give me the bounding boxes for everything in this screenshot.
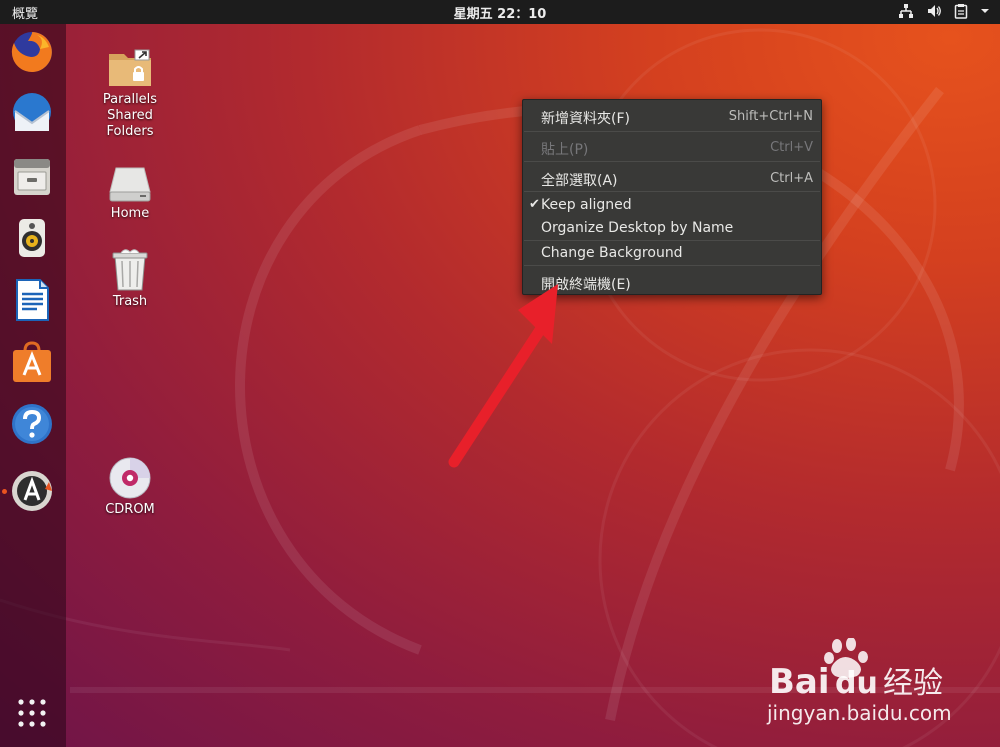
clock-area: 星期五 22：10 (0, 3, 1000, 22)
dock-item-files[interactable] (9, 153, 55, 199)
menu-item-label: Organize Desktop by Name (541, 220, 734, 236)
baidu-paw-logo: Bai du 经验 jingyan.baidu.com (766, 637, 952, 725)
question-mark-icon (12, 404, 52, 444)
menu-item-shortcut: Ctrl+A (770, 171, 813, 186)
menu-item-keep-aligned[interactable]: ✔ Keep aligned (523, 193, 821, 217)
desktop-icon-trash[interactable]: Trash (75, 248, 185, 310)
watermark-brand: Bai (769, 662, 830, 702)
desktop-icon-label: CDROM (105, 502, 155, 517)
desktop-icon-home[interactable]: Home (75, 164, 185, 222)
shared-folder-icon (109, 49, 151, 86)
menu-item-paste: 貼上(P) Ctrl+V (523, 135, 821, 159)
label-line-1: Parallels (102, 92, 158, 107)
file-cabinet-icon (14, 159, 50, 195)
menu-item-select-all[interactable]: 全部選取(A) Ctrl+A (523, 166, 821, 190)
menu-item-organize-by-name[interactable]: Organize Desktop by Name (523, 216, 821, 240)
label-line-2: Shared (107, 108, 153, 123)
check-mark-icon: ✔ (529, 197, 540, 212)
dock-item-libreoffice-writer[interactable] (9, 277, 55, 323)
menu-separator (524, 191, 820, 192)
dock-item-firefox[interactable] (9, 29, 55, 75)
menu-separator (524, 161, 820, 162)
dock-item-thunderbird[interactable] (9, 91, 55, 137)
desktop-icon-label: Trash (112, 294, 148, 309)
system-menu-chevron-down-icon[interactable] (980, 6, 990, 16)
clock[interactable]: 星期五 22：10 (454, 3, 547, 22)
desktop-icon-parallels-shared-folders[interactable]: Parallels Shared Folders (75, 46, 185, 140)
firefox-icon (11, 32, 52, 72)
watermark-brand-suffix: du (835, 666, 878, 701)
desktop-icon-label: Home (110, 206, 150, 221)
menu-item-label: Keep aligned (541, 197, 632, 213)
running-indicator (2, 489, 7, 494)
menu-item-shortcut: Shift+Ctrl+N (728, 109, 813, 124)
drive-icon (109, 167, 151, 202)
dock-item-software-updater[interactable] (9, 468, 55, 514)
menu-item-label: 貼上(P) (541, 142, 589, 158)
menu-item-label: 全部選取(A) (541, 173, 618, 189)
desktop-icon-label: Parallels Shared Folders (75, 92, 185, 140)
updater-icon (12, 471, 52, 511)
label-line-3: Folders (106, 124, 154, 139)
trash-icon (112, 249, 148, 291)
clipboard-icon[interactable] (954, 3, 968, 19)
annotation-arrow-icon (448, 284, 558, 468)
watermark-product: 经验 (883, 666, 943, 701)
menu-item-label: Change Background (541, 245, 683, 261)
speaker-icon (19, 219, 45, 257)
grid-icon (18, 699, 46, 727)
baidu-watermark: Bai du 经验 jingyan.baidu.com (765, 637, 990, 728)
dock-item-ubuntu-software[interactable] (9, 339, 55, 385)
show-applications-button[interactable] (9, 690, 55, 736)
dock-item-rhythmbox[interactable] (9, 215, 55, 261)
menu-separator (524, 265, 820, 266)
dock-item-help[interactable] (9, 401, 55, 447)
volume-icon[interactable] (926, 3, 942, 19)
thunderbird-mail-icon (13, 93, 51, 131)
cd-icon (109, 457, 151, 499)
network-icon[interactable] (898, 3, 914, 19)
desktop-icon-cdrom[interactable]: CDROM (75, 456, 185, 518)
menu-item-label: 新增資料夾(F) (541, 111, 630, 127)
system-tray[interactable] (898, 3, 990, 19)
document-icon (16, 279, 49, 321)
desktop-context-menu: 新增資料夾(F) Shift+Ctrl+N 貼上(P) Ctrl+V 全部選取(… (522, 99, 822, 295)
menu-item-change-background[interactable]: Change Background (523, 241, 821, 265)
top-bar: 概覽 星期五 22：10 (0, 0, 1000, 24)
menu-item-new-folder[interactable]: 新增資料夾(F) Shift+Ctrl+N (523, 104, 821, 128)
dock (0, 24, 66, 747)
watermark-url: jingyan.baidu.com (766, 701, 952, 725)
software-bag-icon (13, 341, 51, 382)
menu-separator (524, 131, 820, 132)
menu-item-shortcut: Ctrl+V (770, 140, 813, 155)
